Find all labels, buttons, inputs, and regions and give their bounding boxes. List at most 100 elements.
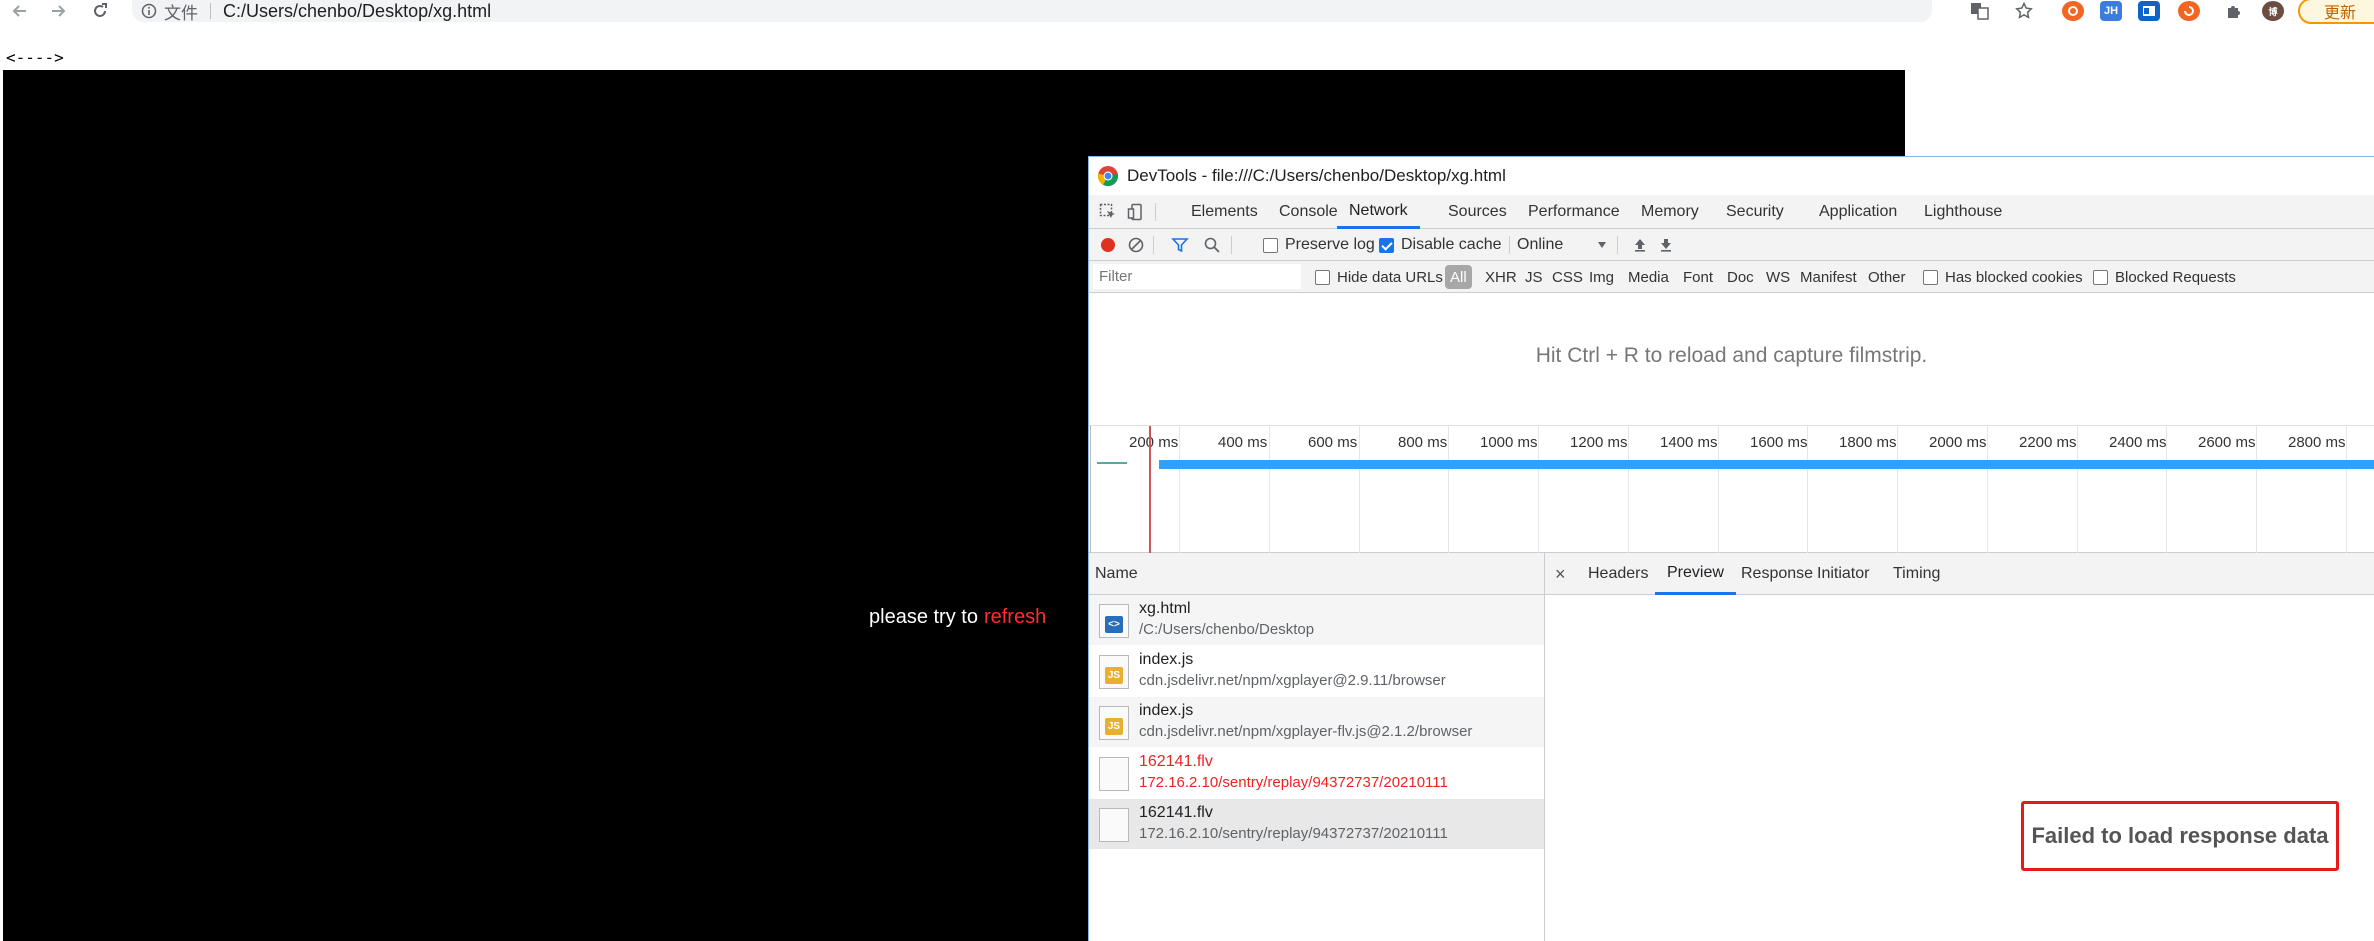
extensions-button[interactable] bbox=[2220, 0, 2248, 22]
url-text[interactable]: C:/Users/chenbo/Desktop/xg.html bbox=[223, 1, 491, 22]
type-filter-font[interactable]: Font bbox=[1683, 261, 1713, 293]
tab-performance[interactable]: Performance bbox=[1528, 195, 1620, 229]
update-button[interactable]: 更新 bbox=[2298, 0, 2374, 24]
checkbox-unchecked[interactable] bbox=[1923, 269, 1938, 285]
type-filter-ws[interactable]: WS bbox=[1766, 261, 1790, 293]
extension-jh-icon[interactable]: JH bbox=[2100, 1, 2122, 21]
info-icon[interactable] bbox=[138, 3, 160, 19]
filter-toggle-button[interactable] bbox=[1169, 234, 1191, 256]
type-filter-other[interactable]: Other bbox=[1868, 261, 1906, 293]
gridline bbox=[1897, 426, 1898, 554]
star-icon bbox=[2015, 2, 2033, 19]
type-filter-js[interactable]: JS bbox=[1525, 261, 1543, 293]
checkbox-checked[interactable] bbox=[1379, 237, 1394, 253]
type-filter-css[interactable]: CSS bbox=[1552, 261, 1583, 293]
checkbox-unchecked[interactable] bbox=[2093, 269, 2108, 285]
type-filter-doc[interactable]: Doc bbox=[1727, 261, 1754, 293]
tab-network[interactable]: Network bbox=[1337, 195, 1420, 229]
extension-orange2-icon[interactable] bbox=[2178, 1, 2200, 21]
html-file-icon: <> bbox=[1099, 604, 1129, 638]
export-har-button[interactable] bbox=[1655, 234, 1677, 256]
timeline-ruler[interactable]: 200 ms 400 ms 600 ms 800 ms 1000 ms 1200… bbox=[1089, 425, 2374, 554]
type-filter-all[interactable]: All bbox=[1445, 265, 1472, 289]
gridline bbox=[1090, 426, 1091, 554]
refresh-link[interactable]: refresh bbox=[984, 606, 1046, 628]
gridline bbox=[2346, 426, 2347, 554]
tab-security[interactable]: Security bbox=[1726, 195, 1784, 229]
tab-console[interactable]: Console bbox=[1279, 195, 1338, 229]
tick-label: 1400 ms bbox=[1660, 434, 1718, 451]
request-row[interactable]: JS index.js cdn.jsdelivr.net/npm/xgplaye… bbox=[1089, 697, 1544, 748]
tab-memory[interactable]: Memory bbox=[1641, 195, 1699, 229]
search-button[interactable] bbox=[1201, 234, 1223, 256]
throttle-select[interactable]: Online bbox=[1517, 229, 1607, 261]
tick-label: 400 ms bbox=[1218, 434, 1268, 451]
toolbar-separator bbox=[1509, 236, 1510, 254]
waterfall-bar-main bbox=[1159, 460, 2374, 469]
hide-data-urls-checkbox[interactable]: Hide data URLs bbox=[1315, 261, 1443, 293]
record-button[interactable] bbox=[1097, 234, 1119, 256]
name-column-header[interactable]: Name bbox=[1089, 553, 1544, 595]
request-name: xg.html bbox=[1139, 600, 1191, 617]
tab-preview[interactable]: Preview bbox=[1655, 553, 1736, 595]
tab-application[interactable]: Application bbox=[1819, 195, 1897, 229]
tab-lighthouse[interactable]: Lighthouse bbox=[1924, 195, 2002, 229]
extension-outlook-icon[interactable] bbox=[2138, 1, 2160, 21]
tick-label: 800 ms bbox=[1398, 434, 1448, 451]
request-row[interactable]: JS index.js cdn.jsdelivr.net/npm/xgplaye… bbox=[1089, 646, 1544, 697]
has-blocked-cookies-checkbox[interactable]: Has blocked cookies bbox=[1923, 261, 2083, 293]
back-arrow-icon bbox=[12, 5, 26, 17]
gridline bbox=[1448, 426, 1449, 554]
profile-avatar[interactable]: 博 bbox=[2262, 1, 2284, 21]
clear-button[interactable] bbox=[1125, 234, 1147, 256]
type-filter-media[interactable]: Media bbox=[1628, 261, 1669, 293]
gridline bbox=[1359, 426, 1360, 554]
waterfall-bar-small bbox=[1097, 462, 1127, 464]
type-filter-img[interactable]: Img bbox=[1589, 261, 1614, 293]
tick-label: 2000 ms bbox=[1929, 434, 1987, 451]
toolbar-separator bbox=[1153, 236, 1154, 254]
back-button[interactable] bbox=[6, 0, 34, 22]
has-blocked-cookies-label: Has blocked cookies bbox=[1945, 268, 2083, 286]
reload-button[interactable] bbox=[86, 0, 114, 22]
tick-label: 1600 ms bbox=[1750, 434, 1808, 451]
address-bar[interactable]: 文件 C:/Users/chenbo/Desktop/xg.html bbox=[132, 0, 1932, 23]
request-path: cdn.jsdelivr.net/npm/xgplayer-flv.js@2.1… bbox=[1139, 723, 1473, 740]
request-row[interactable]: <> xg.html /C:/Users/chenbo/Desktop bbox=[1089, 595, 1544, 646]
close-detail-icon[interactable]: × bbox=[1555, 553, 1566, 595]
checkbox-unchecked[interactable] bbox=[1315, 269, 1330, 285]
tab-headers[interactable]: Headers bbox=[1588, 553, 1648, 595]
bookmark-button[interactable] bbox=[2010, 0, 2038, 22]
generic-file-icon bbox=[1099, 757, 1129, 791]
blocked-requests-checkbox[interactable]: Blocked Requests bbox=[2093, 261, 2236, 293]
tab-response[interactable]: Response bbox=[1741, 553, 1813, 595]
device-toolbar-icon[interactable] bbox=[1125, 201, 1147, 223]
disable-cache-label: Disable cache bbox=[1401, 236, 1502, 253]
tab-timing[interactable]: Timing bbox=[1893, 553, 1940, 595]
request-row-selected[interactable]: 162141.flv 172.16.2.10/sentry/replay/943… bbox=[1089, 799, 1544, 850]
inspect-element-icon[interactable] bbox=[1097, 201, 1119, 223]
tab-elements[interactable]: Elements bbox=[1191, 195, 1258, 229]
tab-initiator[interactable]: Initiator bbox=[1817, 553, 1869, 595]
hide-data-urls-label: Hide data URLs bbox=[1337, 268, 1443, 286]
reload-icon bbox=[94, 3, 107, 17]
filter-input[interactable] bbox=[1093, 264, 1301, 289]
disable-cache-checkbox[interactable]: Disable cache bbox=[1379, 229, 1502, 261]
forward-button[interactable] bbox=[44, 0, 72, 22]
preserve-log-checkbox[interactable]: Preserve log bbox=[1263, 229, 1375, 261]
type-filter-manifest[interactable]: Manifest bbox=[1800, 261, 1857, 293]
screen: 文件 C:/Users/chenbo/Desktop/xg.html JH 博 … bbox=[0, 0, 2374, 941]
request-path: /C:/Users/chenbo/Desktop bbox=[1139, 621, 1315, 638]
translate-button[interactable] bbox=[1966, 0, 1994, 22]
import-har-button[interactable] bbox=[1629, 234, 1651, 256]
request-row-failed[interactable]: 162141.flv 172.16.2.10/sentry/replay/943… bbox=[1089, 748, 1544, 799]
checkbox-unchecked[interactable] bbox=[1263, 237, 1278, 253]
tick-label: 2800 ms bbox=[2288, 434, 2346, 451]
tab-sources[interactable]: Sources bbox=[1448, 195, 1507, 229]
extension-orange-icon[interactable] bbox=[2062, 1, 2084, 21]
error-prefix: please try to bbox=[869, 606, 978, 628]
type-filter-xhr[interactable]: XHR bbox=[1485, 261, 1517, 293]
arrow-text: <----> bbox=[6, 48, 64, 67]
request-name: 162141.flv bbox=[1139, 804, 1213, 821]
devtools-titlebar: DevTools - file:///C:/Users/chenbo/Deskt… bbox=[1089, 157, 2374, 195]
